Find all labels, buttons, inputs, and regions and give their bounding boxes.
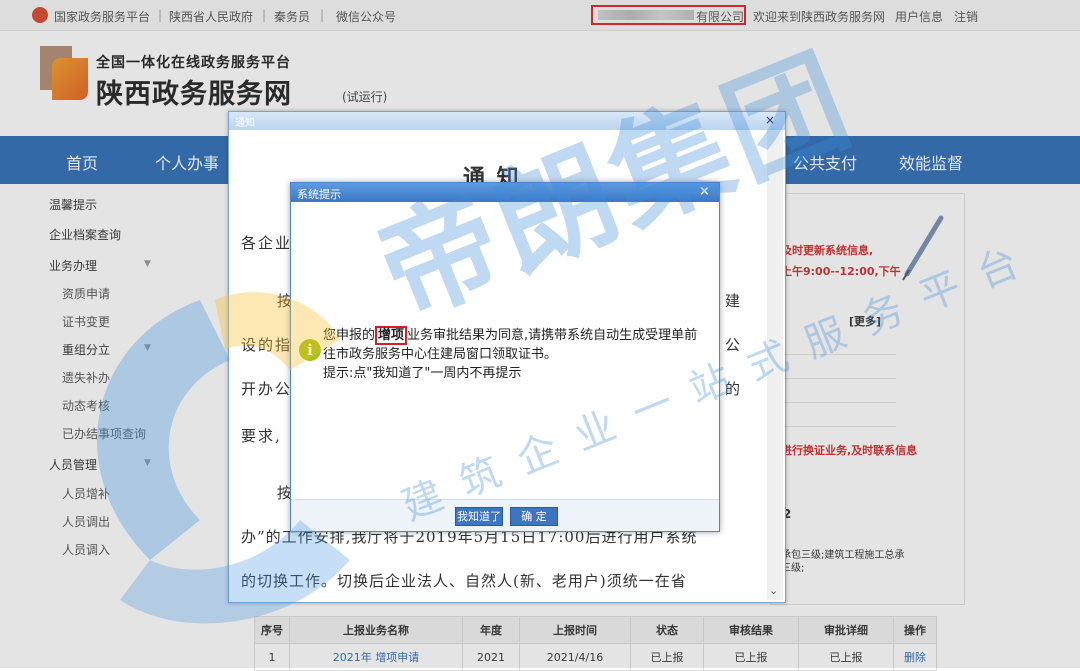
close-icon[interactable]: × — [699, 184, 710, 199]
notice-line-last: 的切换工作。切换后企业法人、自然人(新、老用户)须统一在省 — [241, 572, 687, 590]
notice-line-left: 设的指 — [241, 336, 293, 354]
notice-salutation: 各企业 — [241, 234, 293, 252]
chevron-down-icon[interactable]: ⌄ — [769, 584, 778, 597]
system-prompt-dialog: 系统提示 × i 您申报的 增项 业务审批结果为同意,请携带系统自动生成受理单前 往… — [290, 182, 720, 532]
close-icon[interactable]: × — [765, 113, 775, 127]
notice-titlebar[interactable]: 通知 × — [229, 112, 785, 130]
prompt-message-line2: 往市政务服务中心住建局窗口领取证书。 — [323, 347, 558, 362]
system-prompt-title: 系统提示 — [297, 188, 341, 201]
prompt-message-line1: 您申报的 增项 业务审批结果为同意,请携带系统自动生成受理单前 — [323, 324, 698, 345]
notice-line-right: 的 — [725, 380, 743, 398]
message-suffix: 业务审批结果为同意,请携带系统自动生成受理单前 — [407, 328, 698, 343]
message-prefix: 您申报的 — [323, 328, 376, 343]
notice-line-right: 建 — [725, 292, 743, 310]
confirm-button[interactable]: 确 定 — [510, 507, 558, 526]
system-prompt-footer: 我知道了 确 定 — [291, 499, 719, 531]
info-icon: i — [299, 339, 321, 361]
i-know-button[interactable]: 我知道了 — [455, 507, 503, 526]
prompt-message-line3: 提示:点"我知道了"一周内不再提示 — [323, 366, 522, 381]
notice-line-right: 公 — [725, 336, 743, 354]
notice-window-title: 通知 — [235, 118, 255, 129]
system-prompt-body: i 您申报的 增项 业务审批结果为同意,请携带系统自动生成受理单前 往市政务服务中心… — [291, 202, 719, 502]
notice-line-left: 要求, — [241, 427, 282, 445]
system-prompt-titlebar[interactable]: 系统提示 × — [291, 183, 719, 202]
scrollbar[interactable]: ⌄ — [767, 130, 783, 600]
notice-line-left: 开办公 — [241, 380, 293, 398]
